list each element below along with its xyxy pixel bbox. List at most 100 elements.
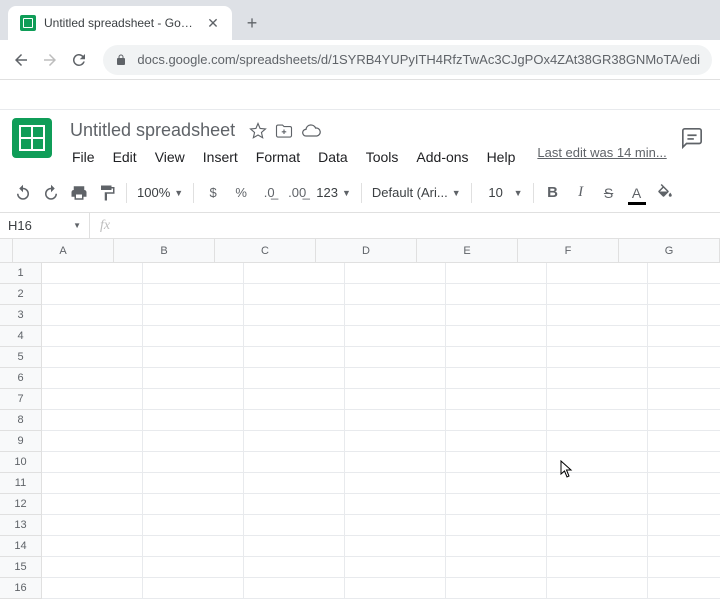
cell[interactable]: [446, 410, 547, 431]
reload-button[interactable]: [66, 44, 91, 76]
cell[interactable]: [345, 578, 446, 599]
cell[interactable]: [244, 305, 345, 326]
row-header[interactable]: 16: [0, 578, 42, 599]
cell[interactable]: [648, 473, 720, 494]
cell[interactable]: [143, 515, 244, 536]
cell[interactable]: [244, 284, 345, 305]
cell[interactable]: [446, 557, 547, 578]
cell[interactable]: [42, 494, 143, 515]
cell[interactable]: [345, 452, 446, 473]
cell[interactable]: [648, 452, 720, 473]
cell[interactable]: [648, 347, 720, 368]
cell[interactable]: [648, 326, 720, 347]
cell[interactable]: [648, 263, 720, 284]
cell[interactable]: [143, 284, 244, 305]
cell[interactable]: [345, 494, 446, 515]
cell[interactable]: [345, 431, 446, 452]
paint-format-button[interactable]: [94, 180, 120, 206]
cell[interactable]: [547, 389, 648, 410]
cell[interactable]: [143, 263, 244, 284]
cell[interactable]: [547, 284, 648, 305]
cell[interactable]: [244, 452, 345, 473]
row-header[interactable]: 2: [0, 284, 42, 305]
select-all-corner[interactable]: [0, 239, 13, 263]
print-button[interactable]: [66, 180, 92, 206]
cell[interactable]: [446, 347, 547, 368]
last-edit-link[interactable]: Last edit was 14 min...: [537, 145, 666, 169]
cell[interactable]: [42, 368, 143, 389]
cell[interactable]: [143, 389, 244, 410]
cell[interactable]: [42, 473, 143, 494]
cell[interactable]: [42, 347, 143, 368]
zoom-select[interactable]: 100% ▼: [133, 180, 187, 206]
cell[interactable]: [244, 368, 345, 389]
cell[interactable]: [345, 515, 446, 536]
cell[interactable]: [547, 431, 648, 452]
row-header[interactable]: 3: [0, 305, 42, 326]
row-header[interactable]: 10: [0, 452, 42, 473]
cell[interactable]: [547, 515, 648, 536]
cell[interactable]: [446, 515, 547, 536]
cell[interactable]: [244, 557, 345, 578]
row-header[interactable]: 12: [0, 494, 42, 515]
cell[interactable]: [345, 536, 446, 557]
comments-icon[interactable]: [676, 122, 708, 154]
column-header[interactable]: C: [215, 239, 316, 263]
browser-tab[interactable]: Untitled spreadsheet - Google Sh ✕: [8, 6, 232, 40]
move-icon[interactable]: [275, 122, 293, 140]
undo-button[interactable]: [10, 180, 36, 206]
cell[interactable]: [244, 515, 345, 536]
column-header[interactable]: G: [619, 239, 720, 263]
formula-input[interactable]: [120, 213, 720, 238]
percent-button[interactable]: %: [228, 180, 254, 206]
menu-help[interactable]: Help: [479, 145, 524, 169]
cell[interactable]: [143, 557, 244, 578]
cell[interactable]: [143, 494, 244, 515]
cell[interactable]: [42, 578, 143, 599]
cell[interactable]: [42, 326, 143, 347]
cell[interactable]: [244, 326, 345, 347]
menu-tools[interactable]: Tools: [358, 145, 407, 169]
cell[interactable]: [547, 452, 648, 473]
cell[interactable]: [446, 305, 547, 326]
cell[interactable]: [244, 578, 345, 599]
cell[interactable]: [547, 473, 648, 494]
increase-decimal-button[interactable]: .00̲: [284, 180, 310, 206]
cell[interactable]: [446, 326, 547, 347]
cell[interactable]: [42, 557, 143, 578]
cell[interactable]: [345, 347, 446, 368]
cell[interactable]: [547, 536, 648, 557]
forward-button[interactable]: [37, 44, 62, 76]
cell[interactable]: [547, 410, 648, 431]
tab-close-icon[interactable]: ✕: [206, 16, 220, 30]
name-box[interactable]: H16 ▼: [0, 213, 90, 238]
cell[interactable]: [648, 284, 720, 305]
cell[interactable]: [345, 389, 446, 410]
cell[interactable]: [143, 347, 244, 368]
bold-button[interactable]: B: [540, 180, 566, 206]
cell[interactable]: [345, 368, 446, 389]
row-header[interactable]: 14: [0, 536, 42, 557]
cell[interactable]: [446, 494, 547, 515]
cell[interactable]: [446, 431, 547, 452]
cell[interactable]: [143, 452, 244, 473]
cell[interactable]: [244, 347, 345, 368]
column-header[interactable]: F: [518, 239, 619, 263]
menu-addons[interactable]: Add-ons: [408, 145, 476, 169]
row-header[interactable]: 8: [0, 410, 42, 431]
cell[interactable]: [244, 410, 345, 431]
cell[interactable]: [143, 305, 244, 326]
cell[interactable]: [345, 473, 446, 494]
back-button[interactable]: [8, 44, 33, 76]
column-header[interactable]: A: [13, 239, 114, 263]
cell[interactable]: [143, 431, 244, 452]
cell[interactable]: [547, 305, 648, 326]
cell[interactable]: [42, 263, 143, 284]
number-format-select[interactable]: 123 ▼: [312, 180, 355, 206]
text-color-button[interactable]: A: [624, 180, 650, 206]
cell[interactable]: [244, 389, 345, 410]
url-bar[interactable]: docs.google.com/spreadsheets/d/1SYRB4YUP…: [103, 45, 712, 75]
sheets-logo-icon[interactable]: [12, 118, 52, 158]
column-header[interactable]: B: [114, 239, 215, 263]
cell[interactable]: [648, 494, 720, 515]
